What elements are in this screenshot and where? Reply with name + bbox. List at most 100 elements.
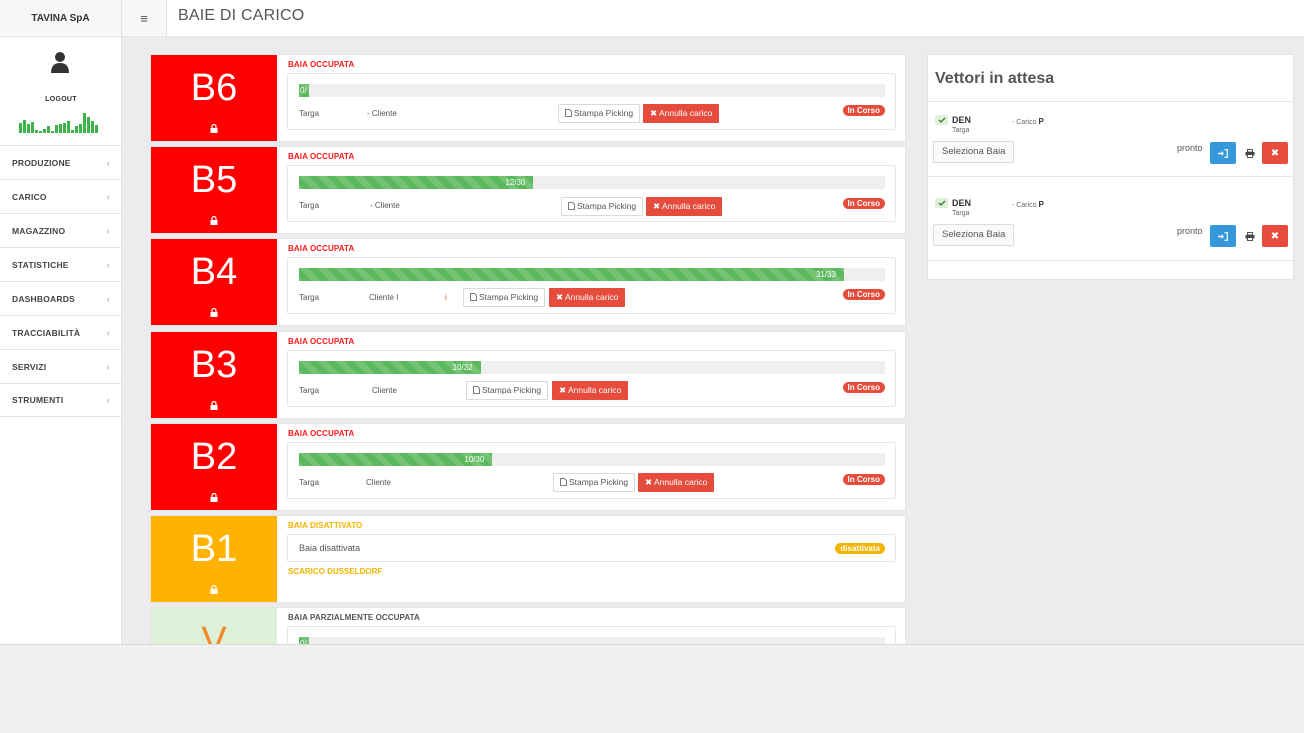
progress-fill: 0/: [299, 637, 309, 644]
cancel-load-button[interactable]: ✖ Annulla carico: [549, 288, 626, 307]
cliente-label: Cliente: [366, 478, 391, 487]
print-picking-button[interactable]: Stampa Picking: [558, 104, 641, 123]
sidebar-item-label: DASHBOARDS: [12, 293, 75, 304]
sidebar-item-label: STRUMENTI: [12, 395, 64, 405]
close-icon: ✖: [556, 292, 566, 302]
sidebar-item-tracciabilita[interactable]: TRACCIABILITÀ ‹: [0, 315, 122, 349]
sidebar-item-label: TRACCIABILITÀ: [12, 327, 81, 338]
print-picking-button[interactable]: Stampa Picking: [463, 288, 546, 307]
progress-bar: 12/30: [299, 176, 885, 189]
activity-sparkline-icon: [19, 113, 98, 133]
sidebar-item-dashboards[interactable]: DASHBOARDS ‹: [0, 281, 122, 315]
sidebar-item-statistiche[interactable]: STATISTICHE ‹: [0, 247, 122, 281]
sidebar-item-servizi[interactable]: SERVIZI ‹: [0, 349, 122, 383]
status-badge: In Corso: [842, 105, 885, 116]
sidebar-item-carico[interactable]: CARICO ‹: [0, 179, 122, 213]
file-icon: [473, 386, 480, 394]
bay-details: 0/: [287, 626, 896, 644]
print-button[interactable]: [1237, 225, 1263, 247]
cliente-label: Cliente I: [369, 293, 399, 302]
printer-icon: [1245, 231, 1255, 241]
bay-code: B1: [190, 528, 238, 570]
hamburger-icon: ≡: [140, 10, 148, 26]
bay-status: BAIA DISATTIVATO: [288, 521, 363, 530]
targa-label: Targa: [952, 127, 970, 134]
print-picking-button[interactable]: Stampa Picking: [561, 197, 644, 216]
menu-toggle-button[interactable]: ≡: [122, 0, 167, 37]
bay-status: BAIA OCCUPATA: [288, 337, 355, 346]
sign-in-button[interactable]: [1210, 142, 1236, 164]
carico-value: P: [1038, 200, 1044, 209]
logout-link[interactable]: LOGOUT: [0, 96, 122, 103]
bay-code-tile[interactable]: B4: [151, 239, 277, 325]
bay-details: 12/30 Targa - Cliente Stampa Picking ✖ A…: [287, 165, 896, 222]
bay-card-b3: B3 BAIA OCCUPATA 10/32 Targa Cliente Sta…: [150, 331, 906, 419]
sidebar-nav: PRODUZIONE ‹ CARICO ‹ MAGAZZINO ‹ STATISTIC…: [0, 145, 122, 417]
bay-code: B4: [190, 251, 238, 293]
print-button[interactable]: [1237, 142, 1263, 164]
print-picking-button[interactable]: Stampa Picking: [553, 473, 636, 492]
status-badge: In Corso: [842, 474, 885, 485]
progress-bar: 0/: [299, 637, 885, 644]
bay-code-tile[interactable]: B5: [151, 147, 277, 233]
cancel-load-button[interactable]: ✖ Annulla carico: [646, 197, 723, 216]
close-icon: ✖: [1270, 147, 1280, 159]
bay-code-tile[interactable]: B2: [151, 424, 277, 510]
carrier-name: DEN: [952, 198, 972, 208]
cliente-label: - Cliente: [370, 201, 400, 210]
bay-disabled-text: Baia disattivata: [299, 543, 361, 553]
cancel-load-label: Annulla carico: [662, 201, 716, 211]
divider: [928, 101, 1293, 102]
cliente-label: Cliente: [372, 386, 397, 395]
page-title: BAIE DI CARICO: [178, 7, 305, 24]
chevron-left-icon: ‹: [106, 225, 110, 236]
sidebar-item-label: CARICO: [12, 191, 47, 202]
carrier-status: pronto: [1177, 226, 1203, 236]
progress-bar: 10/30: [299, 453, 885, 466]
lock-icon: [210, 124, 218, 133]
sidebar-item-strumenti[interactable]: STRUMENTI ‹: [0, 383, 122, 417]
bay-details: Baia disattivata disattivata: [287, 534, 896, 562]
status-badge: In Corso: [842, 289, 885, 300]
progress-fill: 0/: [299, 84, 309, 97]
print-picking-label: Stampa Picking: [482, 385, 542, 395]
chevron-left-icon: ‹: [106, 191, 110, 202]
cancel-load-button[interactable]: ✖ Annulla carico: [643, 104, 720, 123]
chevron-left-icon: ‹: [106, 293, 110, 304]
select-bay-button[interactable]: Seleziona Baia: [933, 224, 1015, 246]
lock-icon: [210, 401, 218, 410]
targa-label: Targa: [299, 478, 320, 487]
remove-button[interactable]: ✖: [1262, 142, 1288, 164]
lock-icon: [210, 308, 218, 317]
remove-button[interactable]: ✖: [1262, 225, 1288, 247]
carrier-name: DEN: [952, 115, 972, 125]
progress-bar: 10/32: [299, 361, 885, 374]
carico-text: - Carico: [1012, 202, 1037, 209]
user-icon[interactable]: [48, 50, 72, 74]
select-bay-button[interactable]: Seleziona Baia: [933, 141, 1015, 163]
bay-code: B3: [190, 344, 238, 386]
sidebar-item-produzione[interactable]: PRODUZIONE ‹: [0, 145, 122, 179]
bay-code-tile[interactable]: B6: [151, 55, 277, 141]
chevron-left-icon: ‹: [106, 395, 110, 405]
bay-code: B5: [190, 159, 238, 201]
cancel-load-button[interactable]: ✖ Annulla carico: [638, 473, 715, 492]
bay-details: 10/30 Targa Cliente Stampa Picking ✖ Ann…: [287, 442, 896, 499]
bay-subtitle: SCARICO DUSSELDORF: [288, 567, 383, 576]
bay-code: B6: [190, 67, 238, 109]
sign-in-button[interactable]: [1210, 225, 1236, 247]
bay-code: V: [201, 620, 227, 645]
company-brand[interactable]: TAVINA SpA: [0, 0, 122, 37]
print-picking-button[interactable]: Stampa Picking: [466, 381, 549, 400]
bay-card-b5: B5 BAIA OCCUPATA 12/30 Targa - Cliente S…: [150, 146, 906, 234]
targa-label: Targa: [952, 210, 970, 217]
cancel-load-label: Annulla carico: [568, 385, 622, 395]
sidebar: LOGOUT PRODUZIONE ‹ CARICO ‹ MAGAZZINO ‹ ST…: [0, 37, 122, 644]
bay-code: B2: [190, 436, 238, 478]
targa-label: Targa: [299, 386, 320, 395]
sidebar-item-magazzino[interactable]: MAGAZZINO ‹: [0, 213, 122, 247]
cancel-load-button[interactable]: ✖ Annulla carico: [552, 381, 629, 400]
bay-code-tile[interactable]: B3: [151, 332, 277, 418]
bay-code-tile[interactable]: B1: [151, 516, 277, 602]
bay-code-tile[interactable]: V: [151, 608, 277, 645]
